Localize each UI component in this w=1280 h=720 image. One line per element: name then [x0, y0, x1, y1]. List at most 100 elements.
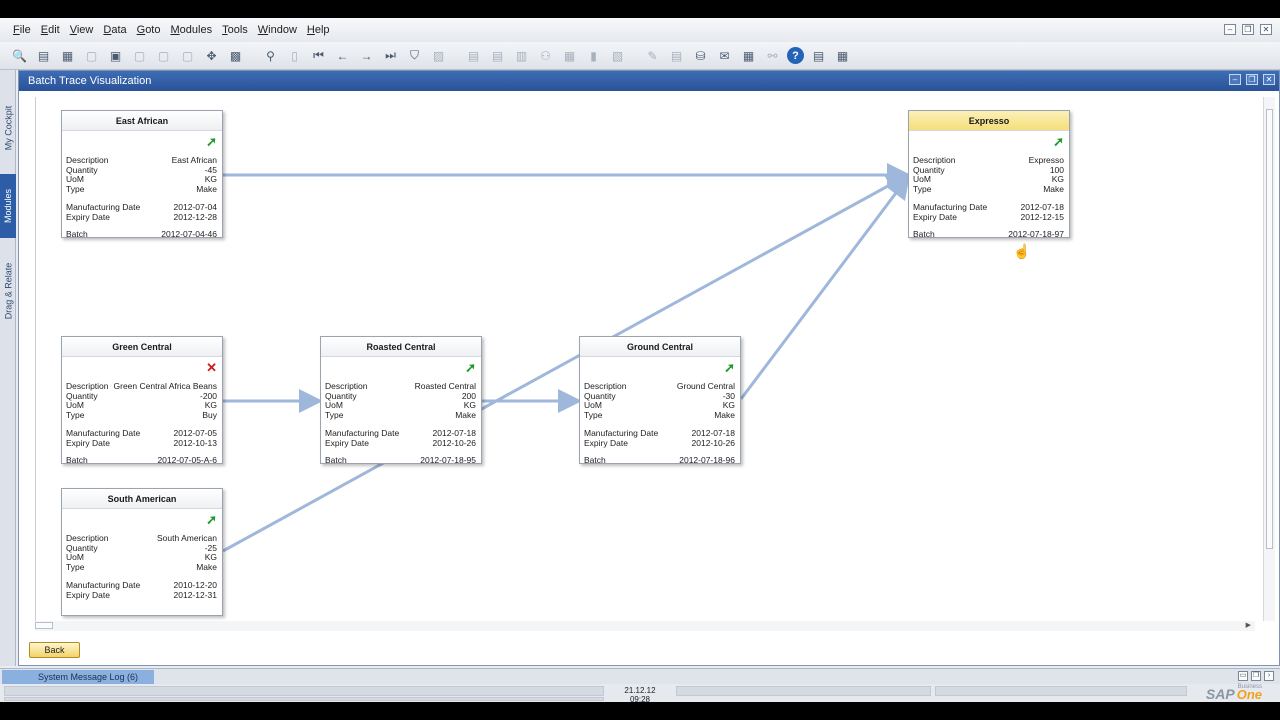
- status-time: 09:28: [629, 695, 651, 704]
- minimize-icon[interactable]: –: [1224, 24, 1236, 35]
- side-tab-my-cockpit[interactable]: My Cockpit: [0, 90, 16, 166]
- restore-icon[interactable]: ❐: [1242, 24, 1254, 35]
- node-title: Expresso: [909, 111, 1069, 131]
- node-field-uom: UoM KG: [325, 400, 476, 410]
- pdf-export-icon[interactable]: ▢: [154, 46, 173, 65]
- messages-icon[interactable]: ✉: [715, 46, 734, 65]
- back-button[interactable]: Back: [29, 642, 80, 658]
- menu-modules[interactable]: Modules: [165, 24, 217, 36]
- menu-help[interactable]: Help: [302, 24, 335, 36]
- menu-window[interactable]: Window: [253, 24, 302, 36]
- sort-icon[interactable]: ▨: [429, 46, 448, 65]
- doc-minimize-icon[interactable]: –: [1229, 74, 1241, 85]
- doc-close-icon[interactable]: ✕: [1263, 74, 1275, 85]
- batch-node-east-african[interactable]: East African ➚ Description East African Quan…: [61, 110, 223, 239]
- node-field-uom: UoM KG: [66, 174, 217, 184]
- email-icon[interactable]: ▢: [82, 46, 101, 65]
- node-field-batch: Batch 2012-07-05-A-6: [66, 455, 217, 465]
- calendar-icon[interactable]: ▦: [739, 46, 758, 65]
- node-title: Roasted Central: [321, 337, 481, 357]
- node-field-uom: UoM KG: [913, 174, 1064, 184]
- next-record-icon[interactable]: →: [357, 46, 376, 65]
- batch-node-ground-central[interactable]: Ground Central ➚ Description Ground Central…: [579, 336, 741, 465]
- vertical-scrollbar[interactable]: [1263, 97, 1275, 621]
- scroll-right-icon[interactable]: ▶: [1246, 621, 1251, 629]
- status-field-4: [935, 686, 1187, 696]
- add-icon[interactable]: ▯: [285, 46, 304, 65]
- log-expand-icon[interactable]: ›: [1264, 671, 1274, 681]
- menu-tools[interactable]: Tools: [217, 24, 253, 36]
- settings-icon[interactable]: ▤: [809, 46, 828, 65]
- last-record-icon[interactable]: ⏭: [381, 46, 400, 65]
- status-field-2: [4, 697, 604, 701]
- drag-relate-icon[interactable]: ⚯: [763, 46, 782, 65]
- node-field-description: Description South American: [66, 533, 217, 543]
- batch-node-south-american[interactable]: South American ➚ Description South American…: [61, 488, 223, 616]
- node-field-batch: Batch 2012-07-18-95: [325, 455, 476, 465]
- relationship-map-icon[interactable]: ⚇: [536, 46, 555, 65]
- node-field-description: Description East African: [66, 155, 217, 165]
- node-title: Ground Central: [580, 337, 740, 357]
- menu-file[interactable]: File: [8, 24, 36, 36]
- window-title: Batch Trace Visualization: [28, 75, 152, 87]
- node-field-expiry-date: Expiry Date 2012-10-13: [66, 438, 217, 448]
- system-message-log-tab[interactable]: System Message Log (6): [2, 670, 154, 684]
- node-title: South American: [62, 489, 222, 509]
- window-title-bar[interactable]: Batch Trace Visualization – ❐ ✕: [19, 71, 1279, 91]
- find-icon[interactable]: ⚲: [261, 46, 280, 65]
- app-window-controls: – ❐ ✕: [1224, 24, 1272, 35]
- word-export-icon[interactable]: ▣: [106, 46, 125, 65]
- filter-icon[interactable]: ⛉: [405, 46, 424, 65]
- excel-export-icon[interactable]: ▢: [130, 46, 149, 65]
- batch-node-roasted-central[interactable]: Roasted Central ➚ Description Roasted Centr…: [320, 336, 482, 465]
- target-document-icon[interactable]: ▤: [488, 46, 507, 65]
- batch-trace-window: Batch Trace Visualization – ❐ ✕ East Afr…: [18, 70, 1280, 666]
- node-field-type: Type Make: [584, 410, 735, 420]
- export-icon[interactable]: ▦: [58, 46, 77, 65]
- menu-edit[interactable]: Edit: [36, 24, 65, 36]
- sms-icon[interactable]: ▢: [178, 46, 197, 65]
- batch-node-green-central[interactable]: Green Central ✕ Description Green Central A…: [61, 336, 223, 465]
- trace-canvas: East African ➚ Description East African Quan…: [35, 97, 1255, 621]
- menu-goto[interactable]: Goto: [132, 24, 166, 36]
- menu-view[interactable]: View: [65, 24, 99, 36]
- lock-icon[interactable]: ▩: [226, 46, 245, 65]
- side-tab-drag-relate[interactable]: Drag & Relate: [0, 246, 16, 336]
- toolbar: 🔍 ▤ ▦ ▢ ▣ ▢ ▢ ▢ ✥ ▩ ⚲ ▯ ⏮ ← → ⏭ ⛉ ▨ ▤ ▤ …: [0, 42, 1280, 70]
- print-icon[interactable]: ▤: [34, 46, 53, 65]
- node-field-description: Description Roasted Central: [325, 381, 476, 391]
- calculator-icon[interactable]: ▦: [833, 46, 852, 65]
- node-field-expiry-date: Expiry Date 2012-10-26: [584, 438, 735, 448]
- first-record-icon[interactable]: ⏮: [309, 46, 328, 65]
- side-tab-modules[interactable]: Modules: [0, 174, 16, 238]
- log-restore-icon[interactable]: ▭: [1238, 671, 1248, 681]
- gross-profit-icon[interactable]: ▥: [512, 46, 531, 65]
- horizontal-scroll-thumb[interactable]: [35, 622, 53, 629]
- node-field-description: Description Ground Central: [584, 381, 735, 391]
- database-icon[interactable]: ⛁: [691, 46, 710, 65]
- edit-icon[interactable]: ✎: [643, 46, 662, 65]
- base-document-icon[interactable]: ▤: [464, 46, 483, 65]
- help-icon[interactable]: ?: [787, 47, 804, 64]
- hand-cursor-icon: ☝: [1013, 243, 1031, 259]
- layout-icon[interactable]: ▧: [608, 46, 627, 65]
- red-x-icon: ✕: [206, 360, 217, 375]
- log-maximize-icon[interactable]: ❐: [1251, 671, 1261, 681]
- batch-node-expresso[interactable]: Expresso ➚ Description Expresso Quantity 100 U…: [908, 110, 1070, 239]
- journal-icon[interactable]: ▦: [560, 46, 579, 65]
- print-preview-icon[interactable]: 🔍: [10, 46, 29, 65]
- node-field-description: Description Green Central Africa Beans: [66, 381, 217, 391]
- horizontal-scrollbar[interactable]: ▶: [35, 621, 1255, 631]
- close-icon[interactable]: ✕: [1260, 24, 1272, 35]
- vertical-scroll-thumb[interactable]: [1266, 109, 1273, 549]
- doc-maximize-icon[interactable]: ❐: [1246, 74, 1258, 85]
- menu-data[interactable]: Data: [98, 24, 131, 36]
- form-settings-icon[interactable]: ▤: [667, 46, 686, 65]
- node-field-expiry-date: Expiry Date 2012-12-15: [913, 212, 1064, 222]
- node-field-uom: UoM KG: [584, 400, 735, 410]
- node-field-expiry-date: Expiry Date 2012-10-26: [325, 438, 476, 448]
- node-field-batch: Batch 2012-07-18-97: [913, 229, 1064, 239]
- book-icon[interactable]: ▮: [584, 46, 603, 65]
- previous-record-icon[interactable]: ←: [333, 46, 352, 65]
- move-icon[interactable]: ✥: [202, 46, 221, 65]
